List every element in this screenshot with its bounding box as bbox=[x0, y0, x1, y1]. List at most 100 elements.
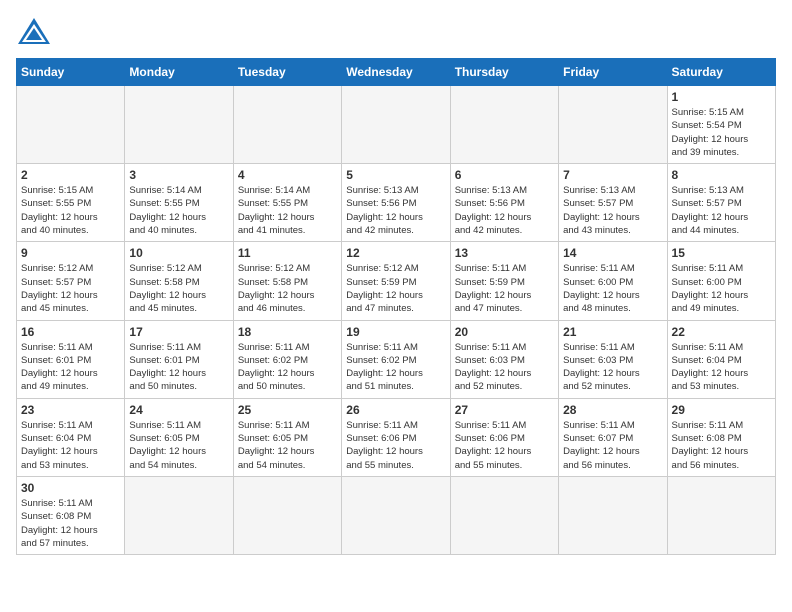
day-number: 6 bbox=[455, 168, 554, 182]
day-info: Sunrise: 5:13 AM Sunset: 5:57 PM Dayligh… bbox=[672, 184, 771, 237]
day-number: 24 bbox=[129, 403, 228, 417]
day-number: 9 bbox=[21, 246, 120, 260]
day-number: 23 bbox=[21, 403, 120, 417]
calendar-week-4: 16 Sunrise: 5:11 AM Sunset: 6:01 PM Dayli… bbox=[17, 320, 776, 398]
day-number: 2 bbox=[21, 168, 120, 182]
day-info: Sunrise: 5:14 AM Sunset: 5:55 PM Dayligh… bbox=[238, 184, 337, 237]
calendar-header-sunday: Sunday bbox=[17, 59, 125, 86]
day-number: 17 bbox=[129, 325, 228, 339]
day-number: 22 bbox=[672, 325, 771, 339]
day-info: Sunrise: 5:11 AM Sunset: 6:00 PM Dayligh… bbox=[563, 262, 662, 315]
calendar-cell: 14Sunrise: 5:11 AM Sunset: 6:00 PM Dayli… bbox=[559, 242, 667, 320]
calendar-cell: 17 Sunrise: 5:11 AM Sunset: 6:01 PM Dayli… bbox=[125, 320, 233, 398]
calendar-cell: 16 Sunrise: 5:11 AM Sunset: 6:01 PM Dayli… bbox=[17, 320, 125, 398]
logo-icon bbox=[16, 16, 52, 46]
day-number: 19 bbox=[346, 325, 445, 339]
calendar-week-1: 1 Sunrise: 5:15 AM Sunset: 5:54 PM Daylig… bbox=[17, 86, 776, 164]
calendar-header-thursday: Thursday bbox=[450, 59, 558, 86]
calendar-cell: 18 Sunrise: 5:11 AM Sunset: 6:02 PM Dayli… bbox=[233, 320, 341, 398]
calendar-cell: 30Sunrise: 5:11 AM Sunset: 6:08 PM Dayli… bbox=[17, 476, 125, 554]
calendar-cell bbox=[342, 86, 450, 164]
day-number: 11 bbox=[238, 246, 337, 260]
calendar-header-saturday: Saturday bbox=[667, 59, 775, 86]
day-info: Sunrise: 5:11 AM Sunset: 6:02 PM Dayligh… bbox=[346, 341, 445, 394]
day-number: 10 bbox=[129, 246, 228, 260]
day-number: 16 bbox=[21, 325, 120, 339]
calendar-cell bbox=[125, 86, 233, 164]
calendar-cell bbox=[559, 86, 667, 164]
day-info: Sunrise: 5:15 AM Sunset: 5:55 PM Dayligh… bbox=[21, 184, 120, 237]
day-info: Sunrise: 5:13 AM Sunset: 5:56 PM Dayligh… bbox=[455, 184, 554, 237]
logo bbox=[16, 16, 58, 46]
calendar-cell: 8Sunrise: 5:13 AM Sunset: 5:57 PM Daylig… bbox=[667, 164, 775, 242]
calendar-cell: 4Sunrise: 5:14 AM Sunset: 5:55 PM Daylig… bbox=[233, 164, 341, 242]
day-number: 15 bbox=[672, 246, 771, 260]
day-info: Sunrise: 5:11 AM Sunset: 6:08 PM Dayligh… bbox=[672, 419, 771, 472]
day-info: Sunrise: 5:11 AM Sunset: 6:03 PM Dayligh… bbox=[455, 341, 554, 394]
day-number: 1 bbox=[672, 90, 771, 104]
day-info: Sunrise: 5:12 AM Sunset: 5:57 PM Dayligh… bbox=[21, 262, 120, 315]
day-info: Sunrise: 5:14 AM Sunset: 5:55 PM Dayligh… bbox=[129, 184, 228, 237]
day-info: Sunrise: 5:11 AM Sunset: 6:01 PM Dayligh… bbox=[129, 341, 228, 394]
day-number: 21 bbox=[563, 325, 662, 339]
day-info: Sunrise: 5:11 AM Sunset: 6:05 PM Dayligh… bbox=[129, 419, 228, 472]
calendar-cell: 5Sunrise: 5:13 AM Sunset: 5:56 PM Daylig… bbox=[342, 164, 450, 242]
calendar-cell: 13 Sunrise: 5:11 AM Sunset: 5:59 PM Dayli… bbox=[450, 242, 558, 320]
day-info: Sunrise: 5:11 AM Sunset: 6:04 PM Dayligh… bbox=[21, 419, 120, 472]
calendar-cell: 20 Sunrise: 5:11 AM Sunset: 6:03 PM Dayli… bbox=[450, 320, 558, 398]
day-info: Sunrise: 5:11 AM Sunset: 6:00 PM Dayligh… bbox=[672, 262, 771, 315]
day-info: Sunrise: 5:11 AM Sunset: 6:05 PM Dayligh… bbox=[238, 419, 337, 472]
calendar-cell: 1 Sunrise: 5:15 AM Sunset: 5:54 PM Daylig… bbox=[667, 86, 775, 164]
day-info: Sunrise: 5:11 AM Sunset: 6:06 PM Dayligh… bbox=[455, 419, 554, 472]
calendar-cell: 19 Sunrise: 5:11 AM Sunset: 6:02 PM Dayli… bbox=[342, 320, 450, 398]
calendar-header-friday: Friday bbox=[559, 59, 667, 86]
calendar-cell bbox=[233, 86, 341, 164]
calendar-cell bbox=[342, 476, 450, 554]
calendar-week-5: 23 Sunrise: 5:11 AM Sunset: 6:04 PM Dayli… bbox=[17, 398, 776, 476]
calendar-cell: 2 Sunrise: 5:15 AM Sunset: 5:55 PM Daylig… bbox=[17, 164, 125, 242]
calendar-cell: 25 Sunrise: 5:11 AM Sunset: 6:05 PM Dayli… bbox=[233, 398, 341, 476]
calendar-cell bbox=[450, 86, 558, 164]
day-info: Sunrise: 5:13 AM Sunset: 5:57 PM Dayligh… bbox=[563, 184, 662, 237]
calendar-week-3: 9 Sunrise: 5:12 AM Sunset: 5:57 PM Daylig… bbox=[17, 242, 776, 320]
day-number: 13 bbox=[455, 246, 554, 260]
calendar-week-6: 30Sunrise: 5:11 AM Sunset: 6:08 PM Dayli… bbox=[17, 476, 776, 554]
calendar-cell bbox=[125, 476, 233, 554]
day-number: 29 bbox=[672, 403, 771, 417]
calendar-cell: 10 Sunrise: 5:12 AM Sunset: 5:58 PM Dayli… bbox=[125, 242, 233, 320]
calendar-cell: 11 Sunrise: 5:12 AM Sunset: 5:58 PM Dayli… bbox=[233, 242, 341, 320]
page-header bbox=[16, 16, 776, 46]
day-number: 12 bbox=[346, 246, 445, 260]
calendar-header-wednesday: Wednesday bbox=[342, 59, 450, 86]
day-number: 30 bbox=[21, 481, 120, 495]
day-info: Sunrise: 5:11 AM Sunset: 6:03 PM Dayligh… bbox=[563, 341, 662, 394]
day-info: Sunrise: 5:11 AM Sunset: 5:59 PM Dayligh… bbox=[455, 262, 554, 315]
day-info: Sunrise: 5:11 AM Sunset: 6:01 PM Dayligh… bbox=[21, 341, 120, 394]
calendar-cell: 7Sunrise: 5:13 AM Sunset: 5:57 PM Daylig… bbox=[559, 164, 667, 242]
calendar-cell: 15 Sunrise: 5:11 AM Sunset: 6:00 PM Dayli… bbox=[667, 242, 775, 320]
day-number: 18 bbox=[238, 325, 337, 339]
day-info: Sunrise: 5:12 AM Sunset: 5:58 PM Dayligh… bbox=[238, 262, 337, 315]
day-info: Sunrise: 5:12 AM Sunset: 5:58 PM Dayligh… bbox=[129, 262, 228, 315]
calendar-cell: 9 Sunrise: 5:12 AM Sunset: 5:57 PM Daylig… bbox=[17, 242, 125, 320]
day-info: Sunrise: 5:11 AM Sunset: 6:02 PM Dayligh… bbox=[238, 341, 337, 394]
calendar-cell bbox=[17, 86, 125, 164]
calendar-cell: 29 Sunrise: 5:11 AM Sunset: 6:08 PM Dayli… bbox=[667, 398, 775, 476]
calendar-cell bbox=[233, 476, 341, 554]
day-info: Sunrise: 5:12 AM Sunset: 5:59 PM Dayligh… bbox=[346, 262, 445, 315]
day-number: 5 bbox=[346, 168, 445, 182]
calendar-cell: 6 Sunrise: 5:13 AM Sunset: 5:56 PM Daylig… bbox=[450, 164, 558, 242]
day-info: Sunrise: 5:15 AM Sunset: 5:54 PM Dayligh… bbox=[672, 106, 771, 159]
day-number: 28 bbox=[563, 403, 662, 417]
calendar-body: 1 Sunrise: 5:15 AM Sunset: 5:54 PM Daylig… bbox=[17, 86, 776, 555]
day-info: Sunrise: 5:11 AM Sunset: 6:07 PM Dayligh… bbox=[563, 419, 662, 472]
day-number: 20 bbox=[455, 325, 554, 339]
calendar-cell: 24 Sunrise: 5:11 AM Sunset: 6:05 PM Dayli… bbox=[125, 398, 233, 476]
calendar-cell bbox=[450, 476, 558, 554]
calendar-cell: 21 Sunrise: 5:11 AM Sunset: 6:03 PM Dayli… bbox=[559, 320, 667, 398]
day-number: 25 bbox=[238, 403, 337, 417]
calendar-cell bbox=[559, 476, 667, 554]
calendar-cell: 22Sunrise: 5:11 AM Sunset: 6:04 PM Dayli… bbox=[667, 320, 775, 398]
day-number: 26 bbox=[346, 403, 445, 417]
calendar: SundayMondayTuesdayWednesdayThursdayFrid… bbox=[16, 58, 776, 555]
